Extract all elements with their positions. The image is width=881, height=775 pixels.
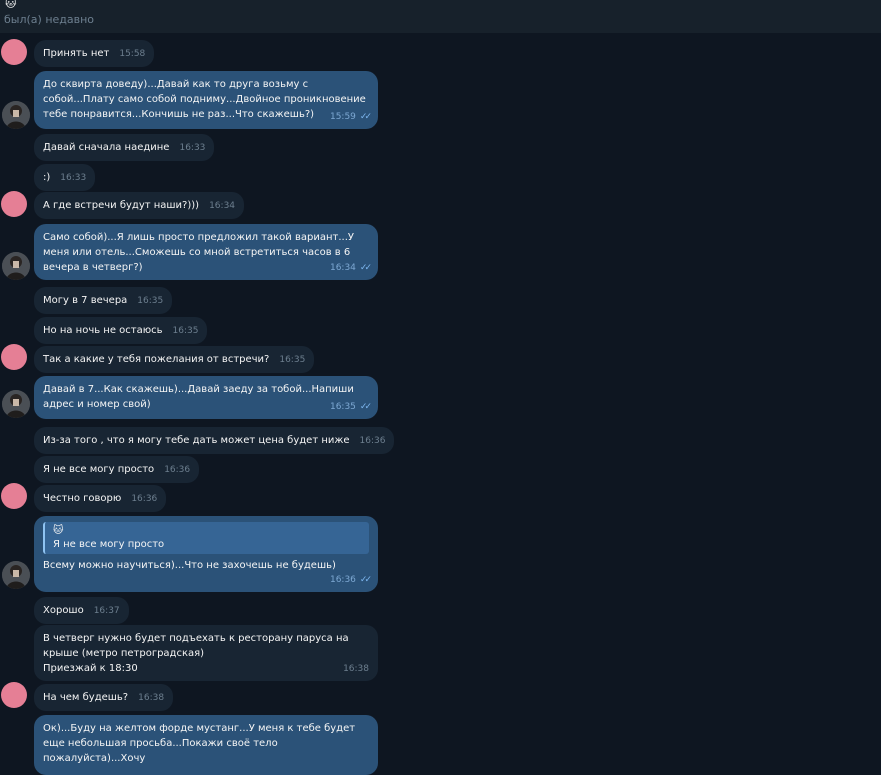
message-incoming[interactable]: Принять нет 15:58 <box>34 40 155 67</box>
user-avatar[interactable] <box>2 561 30 589</box>
message-text: Так а какие у тебя пожелания от встречи? <box>43 354 270 365</box>
message-text: А где встречи будут наши?))) <box>43 200 200 211</box>
reply-text: Я не все могу просто <box>53 539 165 550</box>
message-outgoing[interactable]: Давай в 7...Как скажешь)...Давай заеду з… <box>34 376 378 419</box>
message-incoming[interactable]: Я не все могу просто 16:36 <box>34 456 200 483</box>
message-text: До сквирта доведу)...Давай как то друга … <box>43 79 370 120</box>
double-check-icon: ✓✓ <box>359 575 372 585</box>
last-seen-status: был(а) недавно <box>4 13 95 26</box>
user-avatar[interactable] <box>2 252 30 280</box>
message-text: В четверг нужно будет подъехать к рестор… <box>43 633 349 674</box>
message-meta: 15:59 ✓✓ <box>329 110 372 125</box>
message-time: 16:36 <box>359 436 386 446</box>
message-text: Всему можно научиться)...Что не захочешь… <box>43 560 336 571</box>
message-incoming[interactable]: Честно говорю 16:36 <box>34 485 167 512</box>
message-text: Хорошо <box>43 605 84 616</box>
contact-avatar[interactable] <box>1 191 27 217</box>
message-meta: 16:36 ✓✓ <box>329 573 372 588</box>
user-avatar-photo-icon <box>2 101 30 129</box>
message-outgoing[interactable]: Ок)...Буду на желтом форде мустанг...У м… <box>34 715 378 775</box>
message-text: :) <box>43 172 51 183</box>
message-time: 16:36 <box>329 575 356 585</box>
user-avatar[interactable] <box>2 101 30 129</box>
message-incoming[interactable]: Хорошо 16:37 <box>34 597 129 624</box>
message-text: На чем будешь? <box>43 692 129 703</box>
double-check-icon: ✓✓ <box>359 402 372 412</box>
message-text: Само собой)...Я лишь просто предложил та… <box>43 232 358 273</box>
message-time: 16:38 <box>138 693 165 703</box>
message-time: 15:59 <box>329 112 356 122</box>
message-text: Давай в 7...Как скажешь)...Давай заеду з… <box>43 384 358 410</box>
message-time: 16:36 <box>131 494 158 504</box>
contact-avatar[interactable] <box>1 682 27 708</box>
user-avatar-photo-icon <box>2 561 30 589</box>
contact-avatar[interactable] <box>1 483 27 509</box>
message-text: Принять нет <box>43 48 110 59</box>
message-time: 16:36 <box>164 465 191 475</box>
message-meta: 16:35 ✓✓ <box>329 400 372 415</box>
chat-header: 🐱 был(а) недавно <box>0 0 881 33</box>
message-time: 16:33 <box>60 173 87 183</box>
message-incoming[interactable]: Из-за того , что я могу тебе дать может … <box>34 427 395 454</box>
reply-quote[interactable]: 🐱 Я не все могу просто <box>43 522 369 554</box>
message-outgoing[interactable]: До сквирта доведу)...Давай как то друга … <box>34 71 378 129</box>
message-text: Могу в 7 вечера <box>43 295 128 306</box>
message-outgoing[interactable]: Само собой)...Я лишь просто предложил та… <box>34 224 378 280</box>
message-text: Честно говорю <box>43 493 122 504</box>
message-text: Ок)...Буду на желтом форде мустанг...У м… <box>43 723 359 764</box>
message-time: 16:38 <box>343 664 369 674</box>
message-time: 16:35 <box>172 326 199 336</box>
message-incoming[interactable]: Давай сначала наедине 16:33 <box>34 134 215 161</box>
message-text: Я не все могу просто <box>43 464 155 475</box>
double-check-icon: ✓✓ <box>359 112 372 122</box>
cat-emoji: 🐱 <box>53 525 64 536</box>
message-text: Из-за того , что я могу тебе дать может … <box>43 435 350 446</box>
message-incoming[interactable]: В четверг нужно будет подъехать к рестор… <box>34 625 378 681</box>
message-feed[interactable]: Принять нет 15:58 До сквирта доведу)...Да… <box>0 33 881 775</box>
message-time: 16:35 <box>329 402 356 412</box>
message-time: 16:33 <box>179 143 206 153</box>
message-incoming[interactable]: Но на ночь не остаюсь 16:35 <box>34 317 208 344</box>
message-incoming[interactable]: На чем будешь? 16:38 <box>34 684 174 711</box>
user-avatar[interactable] <box>2 390 30 418</box>
message-time: 16:34 <box>329 263 356 273</box>
message-time: 16:37 <box>93 606 120 616</box>
message-incoming[interactable]: Могу в 7 вечера 16:35 <box>34 287 173 314</box>
cat-emoji: 🐱 <box>5 0 17 10</box>
message-text: Давай сначала наедине <box>43 142 170 153</box>
user-avatar-photo-icon <box>2 252 30 280</box>
user-avatar-photo-icon <box>2 390 30 418</box>
double-check-icon: ✓✓ <box>359 263 372 273</box>
contact-avatar[interactable] <box>1 39 27 65</box>
message-incoming[interactable]: А где встречи будут наши?))) 16:34 <box>34 192 245 219</box>
message-time: 15:58 <box>119 49 146 59</box>
message-incoming[interactable]: Так а какие у тебя пожелания от встречи?… <box>34 346 315 373</box>
contact-avatar[interactable] <box>1 344 27 370</box>
message-outgoing-reply[interactable]: 🐱 Я не все могу просто Всему можно научи… <box>34 516 378 592</box>
message-incoming[interactable]: :) 16:33 <box>34 164 96 191</box>
message-time: 16:34 <box>209 201 236 211</box>
message-meta: 16:34 ✓✓ <box>329 261 372 276</box>
message-time: 16:35 <box>137 296 164 306</box>
message-text: Но на ночь не остаюсь <box>43 325 163 336</box>
message-time: 16:35 <box>279 355 306 365</box>
